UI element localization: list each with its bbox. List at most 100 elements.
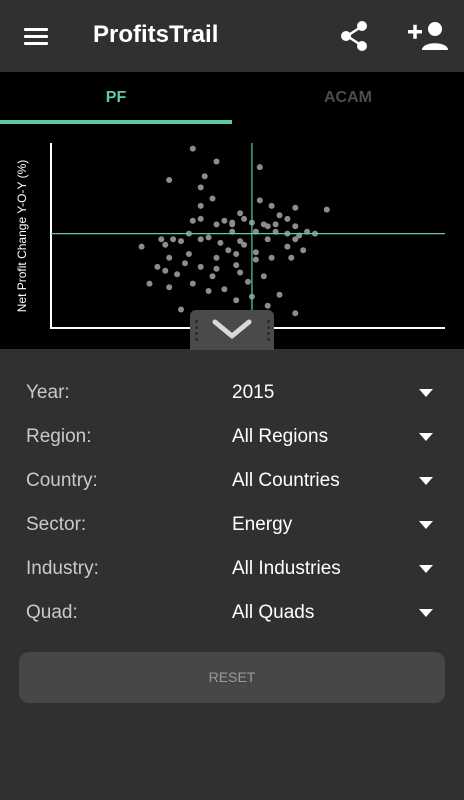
scatter-point bbox=[288, 254, 295, 261]
share-icon[interactable] bbox=[336, 18, 372, 54]
filter-industry[interactable]: Industry: All Industries bbox=[0, 546, 464, 590]
scatter-point bbox=[241, 215, 248, 222]
scatter-point bbox=[284, 215, 291, 222]
scatter-point bbox=[233, 297, 240, 304]
filter-region[interactable]: Region: All Regions bbox=[0, 414, 464, 458]
scatter-point bbox=[205, 288, 212, 294]
caret-down-icon bbox=[419, 521, 433, 529]
filter-value: All Quads bbox=[232, 602, 315, 623]
scatter-point bbox=[292, 236, 299, 243]
app-title: ProfitsTrail bbox=[93, 21, 219, 48]
scatter-point bbox=[166, 177, 173, 183]
filter-label: Country: bbox=[26, 470, 98, 491]
scatter-point bbox=[233, 262, 240, 269]
scatter-point bbox=[272, 221, 279, 228]
scatter-point bbox=[241, 241, 248, 248]
scatter-point bbox=[256, 197, 263, 204]
scatter-point bbox=[213, 265, 220, 272]
filter-sector[interactable]: Sector: Energy bbox=[0, 502, 464, 546]
scatter-point bbox=[233, 251, 240, 257]
scatter-point bbox=[213, 221, 220, 228]
caret-down-icon bbox=[419, 477, 433, 485]
filter-quad[interactable]: Quad: All Quads bbox=[0, 590, 464, 634]
scatter-point bbox=[154, 263, 161, 270]
scatter-point bbox=[268, 202, 275, 209]
scatter-point bbox=[197, 215, 204, 222]
scatter-point bbox=[268, 254, 275, 261]
filter-country[interactable]: Country: All Countries bbox=[0, 458, 464, 502]
scatter-point bbox=[189, 217, 196, 224]
scatter-point bbox=[178, 306, 184, 313]
filter-label: Year: bbox=[26, 382, 70, 403]
scatter-point bbox=[264, 236, 271, 243]
scatter-point bbox=[158, 236, 165, 243]
caret-down-icon bbox=[419, 389, 433, 397]
filter-label: Industry: bbox=[26, 558, 99, 579]
scatter-point bbox=[225, 247, 232, 254]
filter-year[interactable]: Year: 2015 bbox=[0, 370, 464, 414]
tab-pf[interactable]: PF bbox=[0, 72, 232, 124]
scatter-point bbox=[166, 284, 173, 291]
scatter-point bbox=[209, 195, 216, 202]
scatter-point bbox=[174, 271, 181, 278]
scatter-point bbox=[138, 243, 145, 250]
scatter-point bbox=[209, 273, 216, 280]
caret-down-icon bbox=[419, 609, 433, 617]
caret-down-icon bbox=[419, 433, 433, 441]
scatter-point bbox=[217, 239, 224, 246]
scatter-point bbox=[323, 206, 330, 213]
scatter-point bbox=[182, 260, 188, 267]
scatter-point bbox=[245, 278, 251, 285]
scatter-point bbox=[221, 286, 228, 293]
scatter-point bbox=[252, 249, 259, 256]
add-person-icon[interactable] bbox=[404, 18, 450, 54]
scatter-point bbox=[237, 269, 244, 276]
scatter-point bbox=[221, 217, 228, 224]
scatter-point bbox=[229, 221, 236, 228]
collapse-chart-handle[interactable] bbox=[190, 310, 274, 350]
scatter-point bbox=[256, 164, 263, 171]
scatter-point bbox=[197, 184, 204, 191]
scatter-point bbox=[201, 173, 208, 180]
scatter-point bbox=[162, 241, 169, 248]
scatter-point bbox=[213, 254, 220, 261]
scatter-point bbox=[189, 145, 196, 152]
scatter-point bbox=[170, 236, 177, 243]
scatter-point bbox=[166, 254, 173, 261]
scatter-point bbox=[237, 210, 244, 217]
scatter-point bbox=[197, 263, 204, 270]
scatter-point bbox=[292, 223, 299, 230]
filter-label: Quad: bbox=[26, 602, 78, 623]
scatter-point bbox=[197, 202, 204, 209]
filter-label: Sector: bbox=[26, 514, 87, 535]
scatter-point bbox=[292, 310, 299, 317]
scatter-point bbox=[300, 247, 307, 254]
scatter-point bbox=[284, 243, 291, 250]
scatter-point bbox=[252, 256, 259, 263]
tab-acam[interactable]: ACAM bbox=[232, 72, 464, 124]
scatter-point bbox=[178, 238, 184, 245]
filter-value: 2015 bbox=[232, 382, 275, 403]
tab-bar: PF ACAM bbox=[0, 72, 464, 124]
scatter-point bbox=[276, 291, 283, 298]
scatter-point bbox=[189, 280, 196, 287]
app-bar: ProfitsTrail bbox=[0, 0, 464, 72]
scatter-point bbox=[146, 280, 153, 287]
chevron-down-icon bbox=[212, 319, 252, 339]
scatter-point bbox=[197, 236, 204, 243]
menu-icon[interactable] bbox=[22, 26, 50, 48]
filter-value: All Regions bbox=[232, 426, 329, 447]
filter-value: All Countries bbox=[232, 470, 340, 491]
scatter-point bbox=[264, 223, 271, 230]
scatter-point bbox=[205, 234, 212, 241]
caret-down-icon bbox=[419, 565, 433, 573]
reset-button[interactable]: RESET bbox=[19, 652, 445, 703]
scatter-point bbox=[260, 273, 267, 280]
filter-value: All Industries bbox=[232, 558, 341, 579]
scatter-point bbox=[185, 251, 192, 257]
scatter-point bbox=[292, 204, 299, 211]
filter-value: Energy bbox=[232, 514, 293, 535]
scatter-point bbox=[162, 267, 169, 274]
filter-label: Region: bbox=[26, 426, 92, 447]
scatter-point bbox=[213, 158, 220, 165]
